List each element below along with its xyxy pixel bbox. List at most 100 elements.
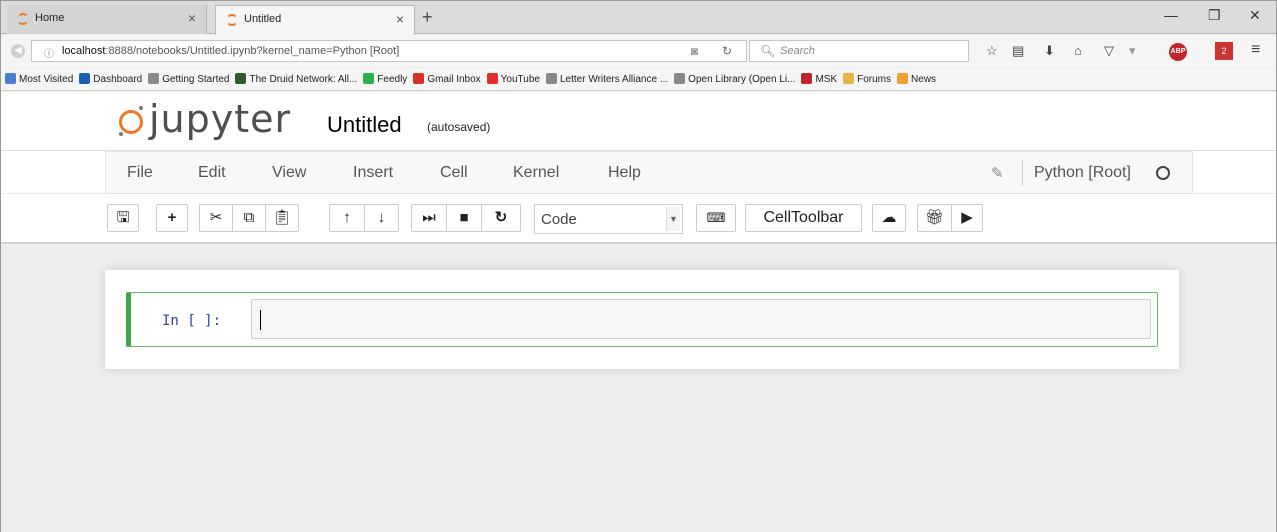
keyboard-icon: ⌨	[706, 210, 726, 225]
search-icon: 🔍︎	[760, 44, 776, 58]
menu-insert[interactable]: Insert	[353, 164, 393, 182]
info-icon[interactable]: ⓘ	[44, 45, 54, 60]
bookmark-label: YouTube	[500, 74, 540, 85]
bookmark-label: The Druid Network: All...	[249, 74, 358, 85]
notebook-name[interactable]: Untitled	[327, 112, 402, 138]
menu-edit[interactable]: Edit	[198, 164, 226, 182]
menu-help[interactable]: Help	[608, 164, 641, 182]
pocket-list-icon[interactable]: ▽	[1104, 43, 1114, 59]
adblock-icon[interactable]: ABP	[1169, 43, 1187, 61]
code-cell[interactable]: In [ ]:	[126, 292, 1158, 347]
notebook-toolbar: 🖫 + ✂ ⧉ 📋︎ ↑ ↓ ⏭ ■ ↻ Code ▼ ⌨ CellToolba…	[1, 194, 1276, 243]
autosave-status: (autosaved)	[427, 120, 491, 134]
tab-untitled[interactable]: Untitled ×	[215, 5, 415, 35]
close-tab-icon[interactable]: ×	[188, 10, 196, 26]
edit-pencil-icon[interactable]: ✎	[991, 164, 1004, 182]
bookmark-item[interactable]: Letter Writers Alliance ...	[545, 73, 669, 85]
bookmark-item[interactable]: Gmail Inbox	[413, 73, 481, 85]
download-icon[interactable]: ⬇	[1044, 43, 1055, 59]
bookmark-label: Open Library (Open Li...	[688, 74, 796, 85]
url-bar[interactable]: ⓘ localhost:8888/notebooks/Untitled.ipyn…	[31, 40, 747, 62]
text-caret	[260, 310, 261, 330]
bookmark-star-icon[interactable]: ☆	[986, 43, 998, 59]
command-palette-button[interactable]: ⌨	[696, 204, 736, 232]
bookmark-label: Gmail Inbox	[427, 74, 481, 85]
home-icon[interactable]: ⌂	[1074, 43, 1082, 58]
globe-icon	[148, 73, 160, 84]
restore-icon[interactable]: ❐	[1208, 7, 1221, 24]
gift-icon: 🎁︎	[924, 209, 945, 226]
stop-button[interactable]: ■	[446, 204, 481, 232]
dropdown-icon[interactable]: ▾	[1129, 43, 1136, 59]
back-icon[interactable]: ◀	[11, 44, 25, 58]
youtube-icon	[486, 73, 498, 84]
menu-kernel[interactable]: Kernel	[513, 164, 559, 182]
save-button[interactable]: 🖫	[107, 204, 139, 232]
bookmark-label: Letter Writers Alliance ...	[559, 74, 669, 85]
kernel-name[interactable]: Python [Root]	[1034, 164, 1131, 182]
tab-home[interactable]: Home ×	[7, 5, 207, 34]
restart-icon: ↻	[494, 209, 508, 226]
navigation-bar: ◀ ⓘ localhost:8888/notebooks/Untitled.ip…	[1, 35, 1276, 67]
bookmark-label: MSK	[815, 74, 838, 85]
add-cell-button[interactable]: +	[156, 204, 188, 232]
jupyter-header: jupyter Untitled (autosaved)	[1, 92, 1276, 150]
bookmark-item[interactable]: Open Library (Open Li...	[674, 73, 795, 85]
close-window-icon[interactable]: ✕	[1249, 7, 1261, 24]
menu-bar: File Edit View Insert Cell Kernel Help ✎…	[1, 150, 1276, 194]
present-icon: ▶	[961, 209, 973, 226]
adblock-label: ABP	[1170, 48, 1186, 55]
search-input[interactable]: 🔍︎ Search	[749, 40, 969, 62]
reading-list-icon[interactable]: ▤	[1012, 43, 1024, 59]
celltoolbar-button[interactable]: CellToolbar	[745, 204, 862, 232]
reload-icon[interactable]: ↻	[722, 44, 732, 58]
paste-button[interactable]: 📋︎	[265, 204, 299, 232]
dashboard-icon	[79, 73, 91, 84]
bookmark-item[interactable]: MSK	[801, 73, 837, 85]
bookmark-item[interactable]: Feedly	[363, 73, 407, 85]
jupyter-logo-icon[interactable]	[118, 106, 144, 136]
bookmark-item[interactable]: Most Visited	[5, 73, 73, 85]
cell-type-select[interactable]: Code ▼	[534, 204, 683, 234]
bookmark-item[interactable]: News	[897, 73, 936, 85]
present-button[interactable]: ▶	[951, 204, 983, 232]
url-host: localhost	[62, 45, 106, 57]
browser-window: Home × Untitled × + — ❐ ✕ ◀ ⓘ localhost:…	[0, 0, 1277, 532]
run-button[interactable]: ⏭	[411, 204, 446, 232]
extension-badge-icon[interactable]: 2	[1215, 42, 1233, 60]
menu-view[interactable]: View	[272, 164, 306, 182]
new-tab-icon[interactable]: +	[422, 7, 433, 28]
notebook-page: In [ ]:	[105, 270, 1179, 369]
gift-button[interactable]: 🎁︎	[917, 204, 951, 232]
bookmark-item[interactable]: Getting Started	[148, 73, 229, 85]
save-icon: 🖫	[116, 209, 130, 226]
restart-button[interactable]: ↻	[481, 204, 521, 232]
move-up-button[interactable]: ↑	[329, 204, 364, 232]
url-path: :8888/notebooks/Untitled.ipynb?kernel_na…	[105, 45, 400, 57]
bookmark-item[interactable]: The Druid Network: All...	[235, 73, 357, 85]
bookmark-item[interactable]: Forums	[843, 73, 891, 85]
bookmark-label: Feedly	[377, 74, 408, 85]
close-tab-icon[interactable]: ×	[396, 11, 404, 27]
upload-button[interactable]: ☁	[872, 204, 906, 232]
stop-icon: ■	[459, 209, 469, 226]
chevron-down-icon: ▼	[666, 207, 680, 231]
cut-button[interactable]: ✂	[199, 204, 232, 232]
bookmark-item[interactable]: Dashboard	[79, 73, 142, 85]
bookmark-label: Dashboard	[93, 74, 143, 85]
tab-strip: Home × Untitled × + — ❐ ✕	[1, 1, 1276, 35]
menu-cell[interactable]: Cell	[440, 164, 468, 182]
minimize-icon[interactable]: —	[1164, 7, 1178, 23]
copy-button[interactable]: ⧉	[232, 204, 265, 232]
bookmark-label: News	[911, 74, 937, 85]
extension-badge-count: 2	[1221, 46, 1227, 56]
notebook-area: In [ ]:	[1, 244, 1276, 532]
pocket-icon[interactable]: ◙	[691, 44, 698, 58]
run-icon: ⏭	[422, 209, 436, 226]
hamburger-menu-icon[interactable]: ≡	[1251, 41, 1260, 59]
bookmark-item[interactable]: YouTube	[486, 73, 540, 85]
menu-file[interactable]: File	[127, 164, 153, 182]
cell-input[interactable]	[251, 299, 1151, 339]
move-down-button[interactable]: ↓	[364, 204, 399, 232]
jupyter-wordmark[interactable]: jupyter	[149, 97, 291, 141]
